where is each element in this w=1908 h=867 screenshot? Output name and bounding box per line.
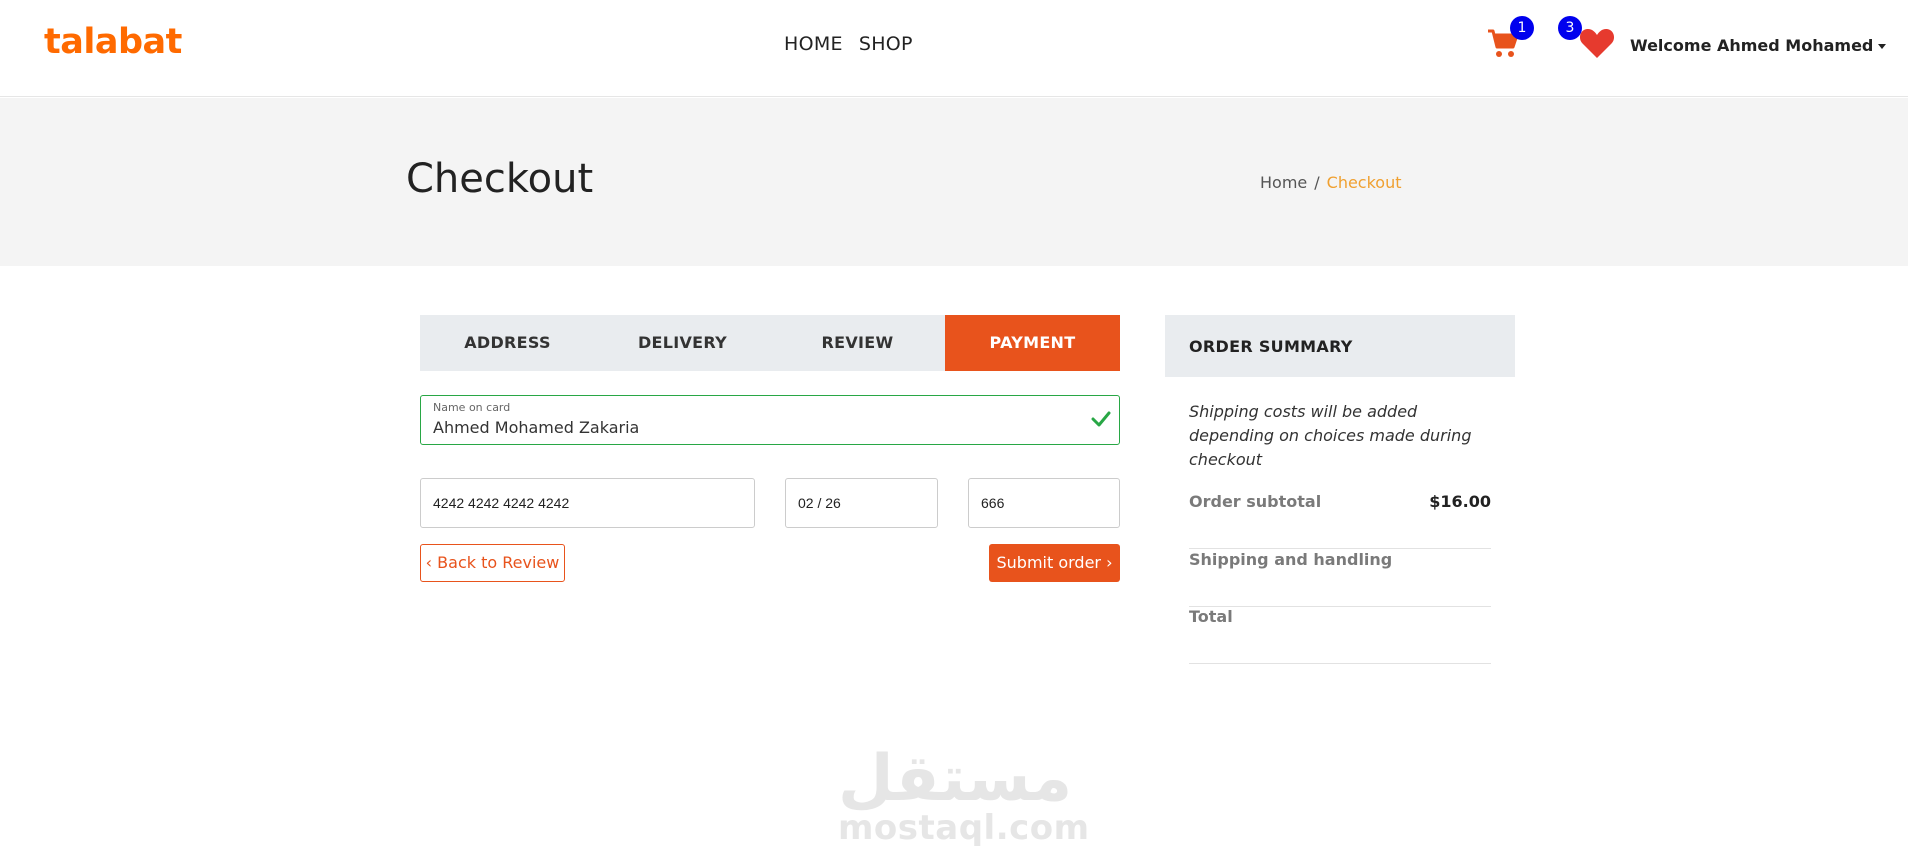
summary-row-subtotal: Order subtotal $16.00 xyxy=(1189,492,1491,549)
page-title: Checkout xyxy=(406,156,594,202)
step-payment-tab[interactable]: PAYMENT xyxy=(945,315,1120,371)
cart-count-badge: 1 xyxy=(1510,16,1534,40)
top-navbar: talabat HOME SHOP 1 3 Welcome Ahmed Moha… xyxy=(0,0,1908,97)
order-summary-header: ORDER SUMMARY xyxy=(1165,315,1515,377)
breadcrumb: Home / Checkout xyxy=(1260,173,1402,192)
chevron-down-icon xyxy=(1878,44,1887,49)
step-review-tab[interactable]: REVIEW xyxy=(770,315,945,371)
name-on-card-field[interactable]: Name on card Ahmed Mohamed Zakaria xyxy=(420,395,1120,445)
card-cvc-input[interactable]: 666 xyxy=(968,478,1120,528)
submit-order-button[interactable]: Submit order › xyxy=(989,544,1120,582)
subtotal-label: Order subtotal xyxy=(1189,492,1322,511)
step-delivery-tab[interactable]: DELIVERY xyxy=(595,315,770,371)
total-label: Total xyxy=(1189,607,1233,626)
heart-icon[interactable] xyxy=(1579,27,1615,59)
step-address-tab[interactable]: ADDRESS xyxy=(420,315,595,371)
breadcrumb-separator: / xyxy=(1314,173,1320,192)
main-nav: HOME SHOP xyxy=(784,33,913,55)
name-on-card-label: Name on card xyxy=(433,401,511,414)
nav-shop-link[interactable]: SHOP xyxy=(859,33,913,55)
card-number-input[interactable]: 4242 4242 4242 4242 xyxy=(420,478,755,528)
welcome-text: Welcome Ahmed Mohamed xyxy=(1630,36,1874,55)
order-summary-title: ORDER SUMMARY xyxy=(1189,337,1353,356)
brand-logo[interactable]: talabat xyxy=(44,22,182,62)
breadcrumb-home-link[interactable]: Home xyxy=(1260,173,1307,192)
subtotal-value: $16.00 xyxy=(1429,492,1491,511)
check-icon xyxy=(1091,411,1111,427)
summary-row-total: Total xyxy=(1189,607,1491,664)
checkout-steps: ADDRESS DELIVERY REVIEW PAYMENT xyxy=(420,315,1120,371)
breadcrumb-current: Checkout xyxy=(1326,173,1402,192)
watermark-latin: mostaql.com xyxy=(838,808,1090,848)
nav-home-link[interactable]: HOME xyxy=(784,33,843,55)
order-summary-note: Shipping costs will be added depending o… xyxy=(1189,402,1472,469)
name-on-card-value[interactable]: Ahmed Mohamed Zakaria xyxy=(433,418,639,437)
back-to-review-button[interactable]: ‹ Back to Review xyxy=(420,544,565,582)
user-menu-toggle[interactable]: Welcome Ahmed Mohamed xyxy=(1630,36,1887,55)
card-expiry-input[interactable]: 02 / 26 xyxy=(785,478,938,528)
page-header: Checkout Home / Checkout xyxy=(0,98,1908,266)
shipping-label: Shipping and handling xyxy=(1189,550,1393,569)
watermark-arabic: مستقل xyxy=(838,742,1073,816)
summary-row-shipping: Shipping and handling xyxy=(1189,550,1491,607)
